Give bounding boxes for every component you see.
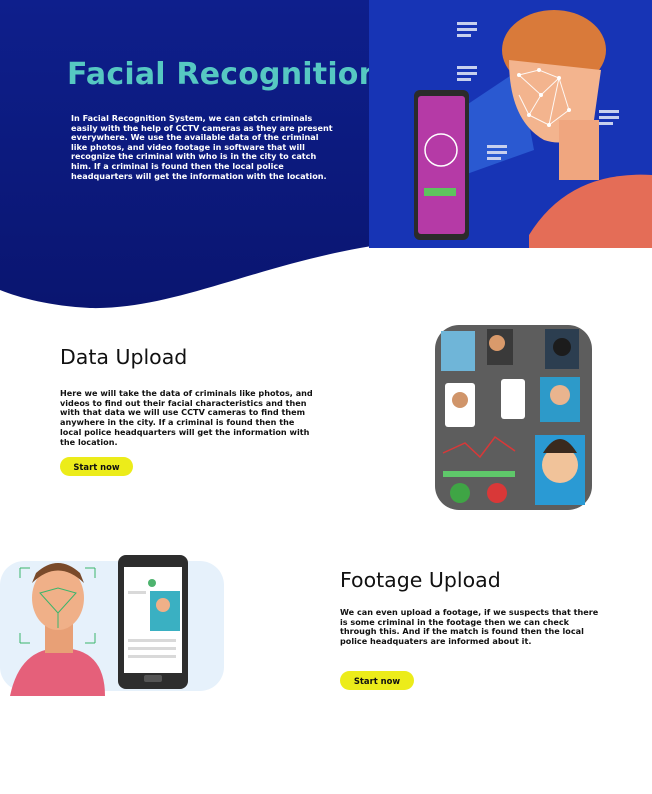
data-upload-title: Data Upload bbox=[60, 345, 188, 369]
footage-upload-title: Footage Upload bbox=[340, 568, 501, 592]
hero-section: Facial Recognition In Facial Recognition… bbox=[0, 0, 652, 320]
footage-upload-description: We can even upload a footage, if we susp… bbox=[340, 607, 599, 647]
data-upload-start-button[interactable]: Start now bbox=[60, 457, 133, 476]
face-scan-illustration bbox=[369, 0, 652, 248]
footage-upload-illustration bbox=[0, 553, 224, 696]
footage-upload-start-button[interactable]: Start now bbox=[340, 671, 414, 690]
data-upload-illustration bbox=[435, 325, 592, 510]
hero-title: Facial Recognition bbox=[67, 57, 381, 92]
data-upload-description: Here we will take the data of criminals … bbox=[60, 388, 313, 447]
hero-description: In Facial Recognition System, we can cat… bbox=[71, 113, 333, 181]
